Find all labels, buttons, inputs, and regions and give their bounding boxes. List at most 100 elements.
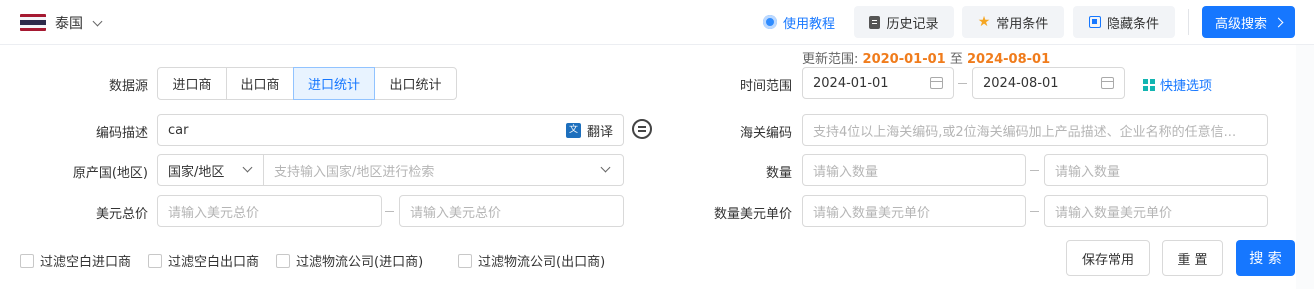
- star-icon: ★: [977, 14, 991, 30]
- tutorial-label: 使用教程: [782, 16, 835, 32]
- data-source-importer[interactable]: 进口商: [157, 67, 227, 100]
- search-button[interactable]: 搜 索: [1236, 240, 1295, 276]
- time-range-label: 时间范围: [739, 79, 792, 94]
- seg-label: 进口统计: [307, 78, 360, 93]
- save-common-label: 保存常用: [1081, 252, 1134, 268]
- translate-button[interactable]: 文 翻译: [565, 121, 613, 140]
- quantity-max-placeholder: 请输入数量: [1055, 164, 1121, 180]
- seg-label: 出口统计: [389, 78, 442, 93]
- code-desc-label: 编码描述: [95, 126, 148, 141]
- translate-label: 翻译: [586, 124, 613, 140]
- date-start-value: 2024-01-01: [813, 75, 889, 91]
- checkbox[interactable]: [148, 253, 162, 268]
- filter-blank-importer[interactable]: 过滤空白进口商: [20, 251, 131, 270]
- hs-code-input[interactable]: 支持4位以上海关编码,或2位海关编码加上产品描述、企业名称的任意信...: [802, 114, 1268, 146]
- reset-button[interactable]: 重 置: [1162, 240, 1223, 276]
- usd-total-max-input[interactable]: 请输入美元总价: [399, 195, 624, 227]
- origin-type-select[interactable]: 国家/地区: [158, 155, 264, 185]
- update-range: 更新范围: 2020-01-01 至 2024-08-01: [802, 48, 1050, 67]
- update-range-start: 2020-01-01: [862, 52, 946, 67]
- hide-conditions-button[interactable]: 隐藏条件: [1073, 6, 1175, 38]
- chevron-down-icon: [242, 162, 253, 178]
- origin-label: 原产国(地区): [72, 166, 148, 181]
- filter-label: 过滤物流公司(进口商): [296, 255, 424, 270]
- date-end-input[interactable]: 2024-08-01: [972, 67, 1125, 99]
- range-dash: [385, 211, 394, 212]
- data-source-exporter[interactable]: 出口商: [226, 67, 294, 100]
- usd-unit-max-input[interactable]: 请输入数量美元单价: [1044, 195, 1268, 227]
- code-desc-input[interactable]: car 文 翻译: [157, 114, 624, 146]
- usd-total-min-input[interactable]: 请输入美元总价: [157, 195, 382, 227]
- usd-unit-min-placeholder: 请输入数量美元单价: [813, 205, 931, 221]
- quick-options-label: 快捷选项: [1160, 79, 1213, 94]
- quantity-label: 数量: [765, 166, 792, 181]
- common-conditions-button[interactable]: ★ 常用条件: [962, 6, 1064, 38]
- code-desc-value: car: [168, 122, 189, 138]
- hs-code-label: 海关编码: [739, 126, 792, 141]
- usd-unit-min-input[interactable]: 请输入数量美元单价: [802, 195, 1026, 227]
- chevron-down-icon: [600, 162, 611, 178]
- calendar-icon: [930, 77, 943, 89]
- usd-total-min-placeholder: 请输入美元总价: [168, 205, 260, 221]
- origin-search-input[interactable]: 支持输入国家/地区进行检索: [264, 155, 623, 185]
- usd-unit-label: 数量美元单价: [713, 207, 792, 222]
- range-dash: [1030, 211, 1039, 212]
- filter-label: 过滤空白出口商: [168, 255, 260, 270]
- usd-unit-max-placeholder: 请输入数量美元单价: [1055, 205, 1173, 221]
- divider: [1188, 9, 1189, 35]
- thailand-flag-icon[interactable]: [20, 14, 46, 31]
- tutorial-button[interactable]: 使用教程: [752, 6, 846, 38]
- origin-type-value: 国家/地区: [168, 164, 225, 180]
- country-selector[interactable]: 泰国: [55, 13, 83, 33]
- date-start-input[interactable]: 2024-01-01: [802, 67, 954, 99]
- advanced-search-button[interactable]: 高级搜索: [1202, 6, 1295, 38]
- document-icon: [869, 15, 881, 29]
- top-bar: 泰国 使用教程 历史记录 ★ 常用条件 隐藏条件 高级搜索: [0, 0, 1314, 45]
- seg-label: 出口商: [240, 78, 280, 93]
- reset-label: 重 置: [1177, 252, 1208, 268]
- quantity-min-placeholder: 请输入数量: [813, 164, 879, 180]
- save-common-button[interactable]: 保存常用: [1066, 240, 1150, 276]
- range-dash: [1030, 170, 1039, 171]
- quick-options-link[interactable]: 快捷选项: [1143, 75, 1212, 94]
- hide-conditions-label: 隐藏条件: [1106, 16, 1159, 32]
- filter-label: 过滤空白进口商: [40, 255, 132, 270]
- checkbox[interactable]: [276, 253, 290, 268]
- translate-icon: 文: [565, 122, 581, 138]
- checkbox[interactable]: [458, 253, 472, 268]
- advanced-search-label: 高级搜索: [1214, 16, 1267, 32]
- update-range-end: 2024-08-01: [966, 52, 1051, 67]
- history-button[interactable]: 历史记录: [854, 6, 954, 38]
- data-source-export-stats[interactable]: 出口统计: [374, 67, 457, 100]
- common-conditions-label: 常用条件: [996, 16, 1049, 32]
- update-range-prefix: 更新范围:: [802, 52, 859, 67]
- data-source-import-stats[interactable]: 进口统计: [293, 67, 375, 100]
- data-source-label: 数据源: [108, 79, 148, 94]
- calendar-icon: [1101, 77, 1114, 89]
- filter-blank-exporter[interactable]: 过滤空白出口商: [148, 251, 259, 270]
- quick-options-icon: [1143, 78, 1155, 91]
- update-range-joiner: 至: [949, 52, 963, 67]
- search-preview-icon[interactable]: [632, 119, 652, 139]
- hs-code-placeholder: 支持4位以上海关编码,或2位海关编码加上产品描述、企业名称的任意信...: [813, 124, 1237, 140]
- chevron-right-icon: [1273, 17, 1284, 27]
- quantity-min-input[interactable]: 请输入数量: [802, 154, 1026, 186]
- origin-input-group: 国家/地区 支持输入国家/地区进行检索: [157, 154, 624, 186]
- usd-total-max-placeholder: 请输入美元总价: [410, 205, 502, 221]
- scrollbar-track[interactable]: [1296, 45, 1314, 289]
- quantity-max-input[interactable]: 请输入数量: [1044, 154, 1268, 186]
- checkbox[interactable]: [20, 253, 34, 268]
- search-label: 搜 索: [1249, 251, 1282, 267]
- filter-logistics-importer[interactable]: 过滤物流公司(进口商): [276, 251, 423, 270]
- seg-label: 进口商: [172, 78, 212, 93]
- usd-total-label: 美元总价: [95, 207, 148, 222]
- history-label: 历史记录: [886, 16, 939, 32]
- range-dash: [958, 83, 967, 84]
- collapse-icon: [1088, 16, 1101, 28]
- tutorial-icon: [762, 15, 777, 29]
- chevron-down-icon[interactable]: [92, 14, 103, 29]
- filter-logistics-exporter[interactable]: 过滤物流公司(出口商): [458, 251, 605, 270]
- date-end-value: 2024-08-01: [983, 75, 1059, 91]
- origin-placeholder: 支持输入国家/地区进行检索: [274, 164, 435, 180]
- filter-label: 过滤物流公司(出口商): [478, 255, 606, 270]
